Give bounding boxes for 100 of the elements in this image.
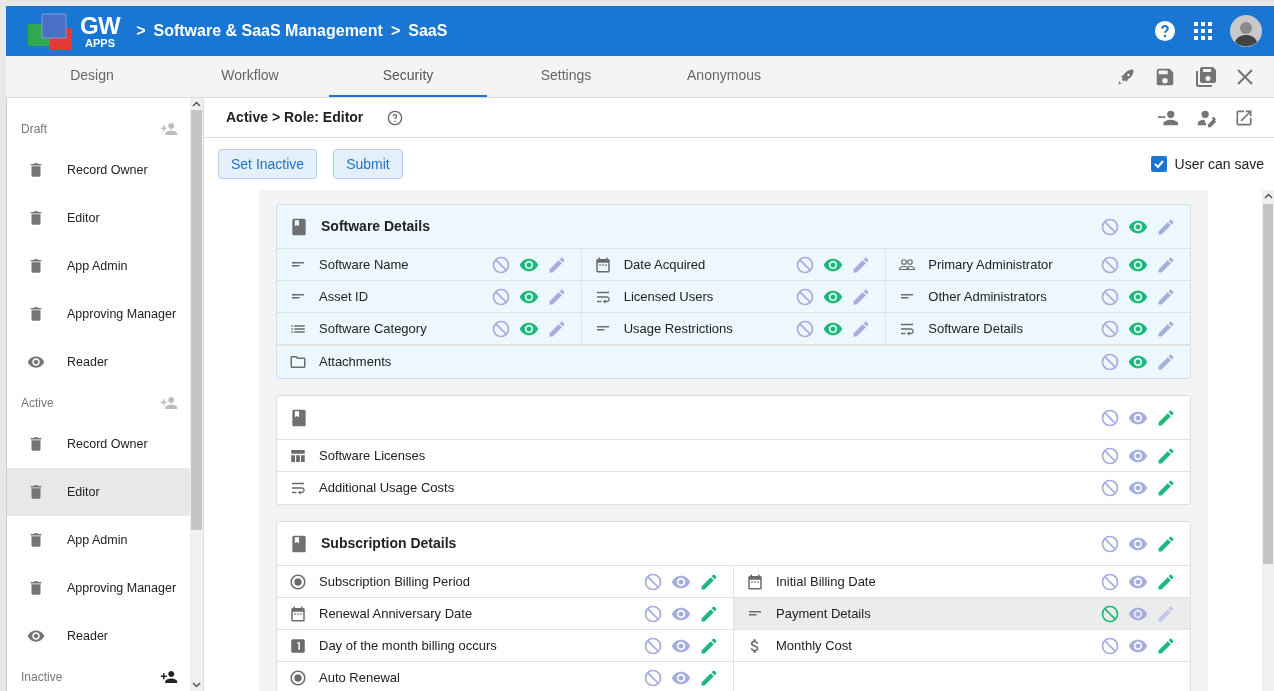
scrollbar-thumb[interactable] bbox=[1263, 204, 1273, 564]
field-row[interactable]: Software Category bbox=[277, 313, 581, 345]
pencil-icon[interactable] bbox=[699, 603, 719, 624]
tab[interactable]: Workflow bbox=[171, 56, 329, 97]
field-label: Primary Administrator bbox=[928, 255, 1053, 274]
checkbox-label[interactable]: User can save bbox=[1174, 153, 1264, 175]
logo-wordmark: GW bbox=[80, 13, 121, 38]
block-icon[interactable] bbox=[1100, 635, 1120, 656]
help-icon[interactable] bbox=[1154, 20, 1176, 42]
tab[interactable]: Settings bbox=[487, 56, 645, 97]
field-row[interactable]: Attachments bbox=[277, 346, 1190, 378]
short-text-icon bbox=[292, 294, 304, 299]
field-label: Other Administrators bbox=[928, 287, 1047, 306]
pencil-icon[interactable] bbox=[699, 668, 719, 688]
eye-icon bbox=[27, 627, 45, 645]
book-icon bbox=[289, 216, 309, 237]
field-row[interactable]: Software Licenses bbox=[277, 440, 1190, 472]
block-icon[interactable] bbox=[1100, 571, 1120, 592]
tab[interactable]: Design bbox=[13, 56, 171, 97]
block-icon[interactable] bbox=[490, 318, 511, 339]
pencil-icon[interactable] bbox=[1156, 603, 1176, 624]
block-icon[interactable] bbox=[1100, 603, 1120, 624]
apps-grid-icon[interactable] bbox=[1194, 22, 1212, 40]
field-label: Software Licenses bbox=[319, 446, 426, 465]
field-row[interactable]: Monthly Cost bbox=[734, 630, 1190, 662]
block-icon[interactable] bbox=[795, 318, 816, 339]
field-row[interactable]: Additional Usage Costs bbox=[277, 472, 1190, 504]
field-row[interactable]: Primary Administrator bbox=[886, 249, 1190, 281]
field-row[interactable]: Payment Details bbox=[734, 598, 1190, 630]
calendar-icon bbox=[593, 255, 612, 274]
block-icon[interactable] bbox=[643, 571, 663, 592]
save-copy-icon[interactable] bbox=[1194, 64, 1218, 89]
breadcrumb-link[interactable]: Software & SaaS Management bbox=[153, 19, 383, 43]
pencil-icon[interactable] bbox=[1156, 352, 1176, 372]
pencil-icon[interactable] bbox=[1156, 318, 1176, 339]
block-icon[interactable] bbox=[643, 668, 663, 688]
block-icon[interactable] bbox=[1100, 216, 1120, 237]
field-row[interactable]: Asset ID bbox=[277, 281, 581, 313]
field-row[interactable]: Other Administrators bbox=[886, 281, 1190, 313]
pencil-icon[interactable] bbox=[1156, 571, 1176, 592]
pencil-icon[interactable] bbox=[1156, 533, 1176, 554]
pencil-icon[interactable] bbox=[1156, 216, 1176, 237]
scroll-down-icon[interactable] bbox=[192, 681, 201, 689]
field-row[interactable]: Renewal Anniversary Date bbox=[277, 598, 733, 630]
pencil-icon[interactable] bbox=[1156, 286, 1176, 307]
field-label: Date Acquired bbox=[623, 255, 706, 274]
block-icon[interactable] bbox=[1100, 533, 1120, 554]
sidebar-item[interactable]: Editor bbox=[7, 468, 190, 516]
field-row[interactable]: Software Details bbox=[886, 313, 1190, 345]
breadcrumb-separator: > bbox=[390, 21, 401, 41]
block-icon[interactable] bbox=[1100, 445, 1120, 466]
block-icon[interactable] bbox=[490, 254, 511, 275]
block-icon[interactable] bbox=[490, 286, 511, 307]
block-icon[interactable] bbox=[795, 254, 816, 275]
action-button[interactable]: Submit bbox=[333, 149, 403, 179]
block-icon[interactable] bbox=[1100, 286, 1120, 307]
field-label: Monthly Cost bbox=[776, 636, 852, 655]
action-button[interactable]: Set Inactive bbox=[218, 149, 318, 179]
pencil-icon[interactable] bbox=[699, 635, 719, 656]
scroll-up-icon[interactable] bbox=[1263, 192, 1273, 200]
tab[interactable]: Security bbox=[329, 56, 487, 97]
content-scrollbar[interactable] bbox=[1262, 190, 1274, 691]
pencil-icon[interactable] bbox=[1156, 254, 1176, 275]
help-icon[interactable] bbox=[387, 109, 404, 126]
logo-subtitle: APPS bbox=[85, 37, 116, 49]
field-row[interactable]: Day of the month billing occurs bbox=[277, 630, 733, 662]
pencil-icon[interactable] bbox=[1156, 478, 1176, 498]
pencil-icon[interactable] bbox=[1156, 407, 1176, 428]
pencil-icon[interactable] bbox=[699, 571, 719, 592]
block-icon[interactable] bbox=[643, 635, 663, 656]
scroll-up-icon[interactable] bbox=[192, 100, 201, 108]
field-label: Licensed Users bbox=[623, 287, 714, 306]
field-row[interactable]: Software Name bbox=[277, 249, 581, 281]
scrollbar-thumb[interactable] bbox=[191, 110, 202, 530]
checkbox[interactable] bbox=[1150, 156, 1167, 172]
close-icon[interactable] bbox=[1236, 67, 1254, 86]
pencil-icon[interactable] bbox=[1156, 635, 1176, 656]
breadcrumb-link[interactable]: SaaS bbox=[408, 19, 448, 43]
block-icon[interactable] bbox=[795, 286, 816, 307]
field-row[interactable]: Usage Restrictions bbox=[581, 313, 886, 345]
block-icon[interactable] bbox=[1100, 352, 1120, 372]
short-text-icon bbox=[292, 262, 304, 267]
tab[interactable]: Anonymous bbox=[645, 56, 803, 97]
block-icon[interactable] bbox=[643, 603, 663, 624]
radio-button-icon bbox=[289, 669, 307, 687]
block-icon[interactable] bbox=[1100, 407, 1120, 428]
field-row[interactable]: Subscription Billing Period bbox=[277, 566, 733, 598]
field-row[interactable]: Auto Renewal bbox=[277, 662, 733, 691]
pencil-icon[interactable] bbox=[1156, 445, 1176, 466]
field-row[interactable]: Date Acquired bbox=[581, 249, 886, 281]
sidebar-scrollbar[interactable] bbox=[190, 98, 203, 691]
field-row[interactable]: Licensed Users bbox=[581, 281, 886, 313]
block-icon[interactable] bbox=[1100, 318, 1120, 339]
add-person-icon[interactable] bbox=[160, 668, 178, 686]
avatar-icon[interactable] bbox=[1230, 15, 1262, 47]
block-icon[interactable] bbox=[1100, 254, 1120, 275]
field-label: Additional Usage Costs bbox=[319, 479, 455, 498]
book-icon bbox=[289, 533, 309, 554]
field-label: Payment Details bbox=[776, 604, 871, 623]
block-icon[interactable] bbox=[1100, 478, 1120, 498]
